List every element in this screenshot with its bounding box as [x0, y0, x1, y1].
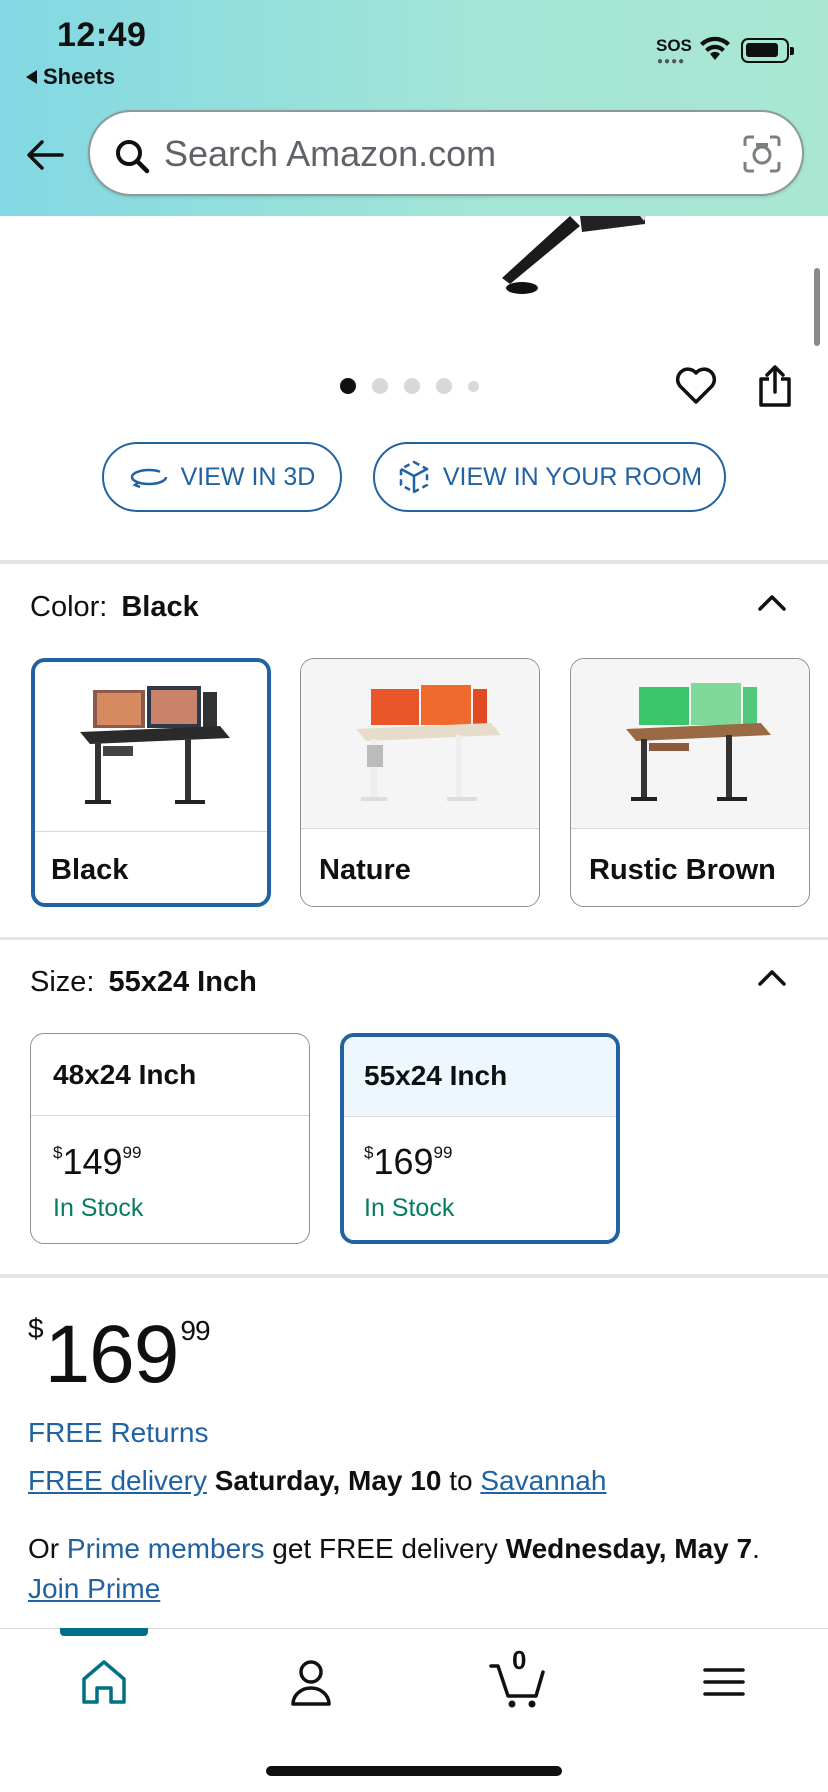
price-dollars: 169 — [44, 1309, 180, 1400]
delivery-to: to — [449, 1465, 473, 1496]
size-option-price: $16999 — [364, 1141, 453, 1182]
free-returns-link[interactable]: FREE Returns — [28, 1417, 209, 1449]
view-in-3d-button[interactable]: VIEW IN 3D — [102, 442, 342, 512]
sos-indicator: SOS — [656, 36, 692, 55]
swatch-image — [571, 659, 809, 829]
prime-delivery-info: Or Prime members get FREE delivery Wedne… — [28, 1529, 798, 1609]
menu-icon[interactable] — [696, 1654, 752, 1710]
carousel-dot[interactable] — [404, 378, 420, 394]
size-option-label: 55x24 Inch — [344, 1037, 616, 1117]
back-triangle-icon — [26, 70, 37, 84]
home-indicator[interactable] — [266, 1766, 562, 1776]
size-option-price: $14999 — [53, 1141, 142, 1182]
ar-cube-icon — [399, 460, 429, 494]
delivery-location-link[interactable]: Savannah — [480, 1465, 606, 1496]
view-in-3d-label: VIEW IN 3D — [180, 462, 316, 491]
prime-period: . — [752, 1533, 760, 1564]
color-selected-value: Black — [121, 591, 199, 623]
cart-count-badge: 0 — [512, 1645, 527, 1675]
home-icon[interactable] — [76, 1654, 132, 1710]
scrollbar[interactable] — [814, 268, 820, 346]
size-option-55x24[interactable]: 55x24 Inch $16999 In Stock — [340, 1033, 620, 1244]
size-option-stock: In Stock — [53, 1194, 144, 1222]
rotate-3d-icon — [130, 468, 167, 489]
search-input[interactable] — [164, 128, 724, 180]
swatch-image — [35, 662, 267, 832]
prime-date: Wednesday, May 7 — [505, 1533, 753, 1564]
collapse-caret-icon[interactable] — [757, 592, 787, 612]
share-icon[interactable] — [757, 364, 793, 408]
swatch-label: Black — [51, 854, 129, 886]
wifi-icon — [700, 36, 730, 60]
color-option-nature[interactable]: Nature — [300, 658, 540, 907]
view-in-your-room-label: VIEW IN YOUR ROOM — [442, 462, 703, 491]
size-option-stock: In Stock — [364, 1194, 455, 1222]
carousel-dot[interactable] — [340, 378, 356, 394]
camera-search-icon[interactable] — [742, 134, 782, 174]
prime-or: Or — [28, 1533, 60, 1564]
color-selection-label: Color: Black — [30, 591, 199, 624]
join-prime-link[interactable]: Join Prime — [28, 1573, 160, 1604]
divider — [0, 1274, 828, 1278]
product-price: $16999 — [28, 1308, 211, 1402]
active-tab-indicator — [60, 1628, 148, 1636]
swatch-label: Rustic Brown — [589, 854, 776, 886]
divider — [0, 560, 828, 564]
battery-icon — [741, 38, 794, 63]
back-arrow-icon[interactable] — [24, 134, 66, 176]
size-option-48x24[interactable]: 48x24 Inch $14999 In Stock — [30, 1033, 310, 1244]
delivery-info: FREE delivery Saturday, May 10 to Savann… — [28, 1465, 606, 1497]
swatch-image — [301, 659, 539, 829]
heart-icon[interactable] — [674, 366, 718, 406]
color-label: Color: — [30, 591, 108, 623]
prime-text: get FREE delivery — [272, 1533, 498, 1564]
free-delivery-link[interactable]: FREE delivery — [28, 1465, 207, 1496]
view-in-your-room-button[interactable]: VIEW IN YOUR ROOM — [373, 442, 726, 512]
swatch-label: Nature — [319, 854, 411, 886]
carousel-dots — [340, 378, 479, 394]
account-icon[interactable] — [283, 1654, 339, 1710]
delivery-date: Saturday, May 10 — [214, 1465, 442, 1496]
divider — [0, 937, 828, 940]
back-to-app-link[interactable]: Sheets — [26, 64, 115, 90]
search-icon — [116, 140, 150, 174]
size-selection-label: Size: 55x24 Inch — [30, 966, 257, 999]
price-cents: 99 — [180, 1315, 210, 1346]
color-option-black[interactable]: Black — [31, 658, 271, 907]
collapse-caret-icon[interactable] — [757, 967, 787, 987]
size-label: Size: — [30, 966, 95, 998]
signal-dots-icon: ●●●● — [657, 56, 686, 67]
carousel-dot[interactable] — [436, 378, 452, 394]
header: 12:49 Sheets SOS ●●●● — [0, 0, 828, 216]
carousel-dot[interactable] — [372, 378, 388, 394]
size-selected-value: 55x24 Inch — [108, 966, 257, 998]
product-image — [502, 216, 646, 294]
size-option-label: 48x24 Inch — [31, 1034, 309, 1116]
price-currency: $ — [28, 1313, 44, 1344]
status-time: 12:49 — [57, 16, 147, 54]
back-app-label: Sheets — [43, 64, 116, 89]
carousel-dot[interactable] — [468, 380, 479, 392]
search-bar[interactable] — [88, 110, 804, 196]
prime-members-link[interactable]: Prime members — [67, 1533, 265, 1564]
color-option-rustic-brown[interactable]: Rustic Brown — [570, 658, 810, 907]
